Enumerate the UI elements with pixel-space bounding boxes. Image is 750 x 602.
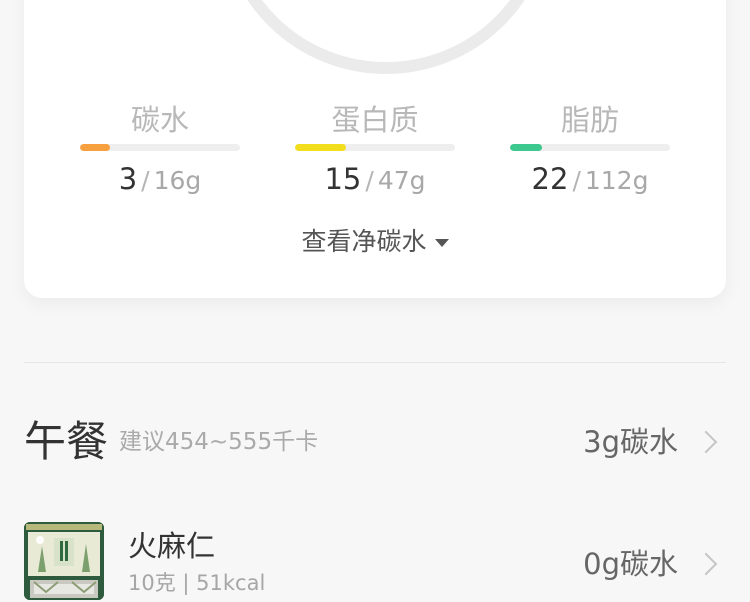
- macro-progress-bar: [80, 144, 240, 151]
- food-name: 火麻仁: [128, 529, 216, 563]
- chevron-right-icon: [694, 430, 718, 454]
- macro-label: 脂肪: [560, 103, 619, 137]
- macro-progress-fill: [510, 144, 542, 151]
- macro-goal: 47g: [377, 166, 426, 195]
- view-net-carb-button[interactable]: 查看净碳水: [24, 222, 726, 262]
- macro-value: 22/112g: [510, 159, 670, 199]
- food-carb: 0g碳水: [583, 547, 678, 581]
- chevron-right-icon: [694, 552, 718, 576]
- section-divider: [24, 362, 726, 363]
- food-meta: 10克 | 51kcal: [128, 571, 266, 595]
- macro-current: 3: [118, 162, 138, 196]
- macro-label: 蛋白质: [331, 103, 419, 137]
- calorie-ring: [219, 0, 553, 74]
- macro-progress-bar: [510, 144, 670, 151]
- macro-progress-bar: [295, 144, 455, 151]
- meal-calorie-suggestion: 建议454~555千卡: [119, 429, 319, 455]
- macro-separator: /: [365, 166, 374, 195]
- meal-carb-total: 3g碳水: [583, 425, 678, 459]
- macro-progress-fill: [295, 144, 347, 151]
- meal-title: 午餐: [24, 417, 109, 466]
- macro-value: 15/47g: [295, 159, 455, 199]
- macro-goal: 112g: [584, 166, 649, 195]
- macro-current: 15: [324, 162, 362, 196]
- food-thumbnail: [24, 522, 104, 600]
- macro-summary-card: 碳水 3/16g 蛋白质 15/47g 脂肪 22/112g 查看净碳水: [24, 0, 726, 298]
- macro-progress-fill: [80, 144, 111, 151]
- macro-fat: 脂肪 22/112g: [510, 100, 670, 199]
- macro-separator: /: [572, 166, 581, 195]
- macro-current: 22: [531, 162, 569, 196]
- macro-goal: 16g: [153, 166, 202, 195]
- macro-carb: 碳水 3/16g: [80, 100, 240, 199]
- macro-label: 碳水: [130, 103, 189, 137]
- macro-protein: 蛋白质 15/47g: [295, 100, 455, 199]
- macro-separator: /: [141, 166, 150, 195]
- lunch-header[interactable]: 午餐 建议454~555千卡 3g碳水: [24, 410, 726, 474]
- hemp-seed-package-thumbnail: [24, 522, 104, 600]
- macro-value: 3/16g: [80, 159, 240, 199]
- food-list-item[interactable]: 火麻仁 10克 | 51kcal 0g碳水: [24, 522, 726, 602]
- caret-down-icon: [434, 239, 449, 247]
- view-net-carb-label: 查看净碳水: [301, 227, 427, 256]
